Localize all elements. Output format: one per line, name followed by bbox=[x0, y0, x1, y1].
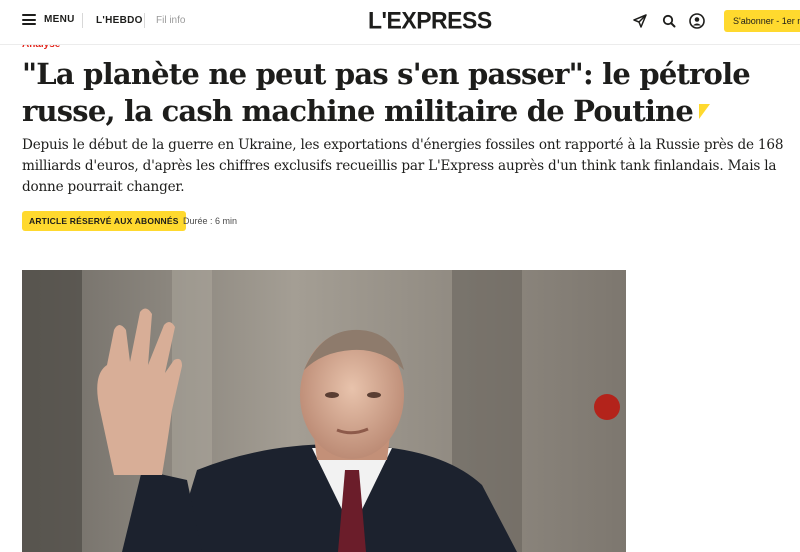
subscriber-badge: ARTICLE RÉSERVÉ AUX ABONNÉS bbox=[22, 211, 186, 231]
send-icon[interactable] bbox=[631, 12, 649, 30]
article-title: "La planète ne peut pas s'en passer": le… bbox=[22, 56, 792, 130]
divider bbox=[144, 13, 145, 28]
article-photo bbox=[22, 270, 626, 552]
divider bbox=[82, 13, 83, 28]
menu-icon bbox=[22, 14, 36, 25]
site-logo[interactable]: L'EXPRESS bbox=[368, 6, 492, 34]
menu-label: MENU bbox=[44, 14, 75, 25]
article-lead: Depuis le début de la guerre en Ukraine,… bbox=[22, 137, 784, 195]
account-icon[interactable] bbox=[688, 12, 706, 30]
search-icon[interactable] bbox=[660, 12, 678, 30]
reading-duration: Durée : 6 min bbox=[183, 216, 238, 226]
menu-button[interactable]: MENU bbox=[22, 14, 75, 25]
article-title-text: "La planète ne peut pas s'en passer": le… bbox=[22, 57, 751, 128]
photo-illustration bbox=[22, 270, 626, 552]
top-bar: MENU L'HEBDO Fil info L'EXPRESS S'abonne… bbox=[0, 0, 800, 45]
subscribe-button[interactable]: S'abonner - 1er mois bbox=[724, 10, 800, 32]
nav-link-fil-info[interactable]: Fil info bbox=[156, 15, 185, 26]
nav-link-hebdo[interactable]: L'HEBDO bbox=[96, 15, 143, 26]
premium-flag-icon bbox=[698, 104, 710, 119]
